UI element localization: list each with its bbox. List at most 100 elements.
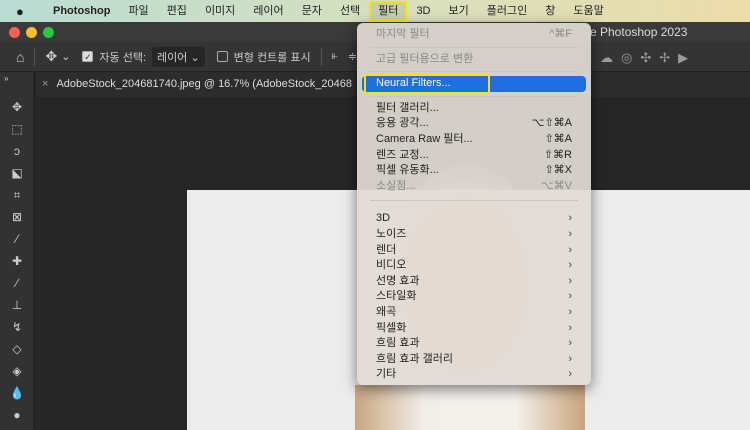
menu-separator <box>370 71 578 73</box>
transform-controls-label: 변형 컨트롤 표시 <box>233 51 311 64</box>
item-label: 3D <box>376 212 391 225</box>
brush-tool-icon[interactable]: ∕ <box>0 272 34 294</box>
chevron-right-icon: › <box>568 274 572 287</box>
menu-layer[interactable]: 레이어 <box>244 1 292 21</box>
collapse-icon[interactable]: » <box>0 72 34 96</box>
submenu-item[interactable]: 비디오 › <box>362 258 586 274</box>
menu-item-liquify[interactable]: 픽셀 유동화... ⇧⌘X <box>362 163 586 179</box>
menu-separator <box>370 46 578 48</box>
marquee-tool-icon[interactable]: ⬚ <box>0 118 34 140</box>
frame-tool-icon[interactable]: ⊠ <box>0 206 34 228</box>
menu-filter[interactable]: 필터 <box>369 1 408 21</box>
chevron-right-icon: › <box>568 352 572 365</box>
item-label: 렌즈 교정... <box>376 148 429 161</box>
menu-item-vanishing-point[interactable]: 소실점... ⌥⌘V <box>362 179 586 195</box>
submenu-item[interactable]: 흐림 효과 갤러리 › <box>362 352 586 368</box>
3d-mode-icons[interactable]: ☁◎✣✢▶ <box>600 50 696 66</box>
chevron-right-icon: › <box>568 212 572 225</box>
stamp-tool-icon[interactable]: ⊥ <box>0 294 34 316</box>
shortcut: ^⌘F <box>549 28 572 40</box>
home-icon[interactable]: ⌂ <box>16 49 24 65</box>
auto-select-value: 레이어 <box>157 51 188 64</box>
auto-select-checkbox[interactable]: ✓ <box>82 51 94 62</box>
item-label: 픽셀화 <box>376 321 407 334</box>
chevron-down-icon[interactable]: ⌄ <box>61 50 70 63</box>
eyedropper-tool-icon[interactable]: ⁄ <box>0 228 34 250</box>
item-label: 왜곡 <box>376 305 397 318</box>
chevron-right-icon: › <box>568 368 572 381</box>
menu-edit[interactable]: 편집 <box>158 1 196 21</box>
menu-3d[interactable]: 3D <box>407 1 439 21</box>
item-label: 응용 광각... <box>376 117 429 130</box>
submenu-item[interactable]: 3D › <box>362 211 586 227</box>
menu-separator <box>370 200 578 202</box>
submenu-item[interactable]: 노이즈 › <box>362 227 586 243</box>
submenu-item[interactable]: 픽셀화 › <box>362 321 586 337</box>
dodge-tool-icon[interactable]: ● <box>0 404 34 426</box>
menu-file[interactable]: 파일 <box>119 1 157 21</box>
menu-view[interactable]: 보기 <box>440 1 478 21</box>
eraser-tool-icon[interactable]: ◇ <box>0 338 34 360</box>
history-brush-icon[interactable]: ↯ <box>0 316 34 338</box>
align-left-icon[interactable]: ⫦ <box>332 50 338 63</box>
move-tool-icon[interactable]: ✥ <box>0 96 34 118</box>
item-label: Camera Raw 필터... <box>376 132 473 145</box>
menu-bar: ● Photoshop 파일 편집 이미지 레이어 문자 선택 필터 3D 보기… <box>0 0 750 22</box>
lasso-tool-icon[interactable]: ↄ <box>0 140 34 162</box>
menu-type[interactable]: 문자 <box>293 1 331 21</box>
submenu-item[interactable]: 선명 효과 › <box>362 274 586 290</box>
menu-plugins[interactable]: 플러그인 <box>478 1 536 21</box>
apple-icon[interactable]: ● <box>16 4 32 19</box>
move-tool-icon[interactable]: ✥ <box>45 48 57 65</box>
transform-controls-checkbox[interactable] <box>216 51 228 62</box>
submenu-item[interactable]: 렌더 › <box>362 243 586 259</box>
submenu-item[interactable]: 스타일화 › <box>362 289 586 305</box>
menu-item-convert-smart-filters[interactable]: 고급 필터용으로 변환 <box>362 52 586 68</box>
menu-item-lens-correction[interactable]: 렌즈 교정... ⇧⌘R <box>362 148 586 164</box>
submenu-item[interactable]: 흐림 효과 › <box>362 336 586 352</box>
menu-item-neural-filters[interactable]: Neural Filters... <box>362 74 586 95</box>
menu-window[interactable]: 창 <box>536 1 564 21</box>
item-label: 마지막 필터 <box>376 28 430 40</box>
filter-menu: 마지막 필터 ^⌘F 고급 필터용으로 변환 Neural Filters... … <box>357 23 591 385</box>
close-tab-icon[interactable]: × <box>42 78 48 90</box>
submenu-item[interactable]: 왜곡 › <box>362 305 586 321</box>
close-button[interactable] <box>9 27 20 38</box>
chevron-right-icon: › <box>568 321 572 334</box>
chevron-right-icon: › <box>568 227 572 240</box>
item-label: 소실점... <box>376 179 416 192</box>
item-label: 스타일화 <box>376 290 417 303</box>
menu-help[interactable]: 도움말 <box>564 1 612 21</box>
item-label: 픽셀 유동화... <box>376 164 439 177</box>
menu-image[interactable]: 이미지 <box>196 1 244 21</box>
healing-brush-icon[interactable]: ✚ <box>0 250 34 272</box>
item-label: 흐림 효과 <box>376 337 420 350</box>
document-tab-title: AdobeStock_204681740.jpeg @ 16.7% (Adobe… <box>56 78 352 90</box>
blur-tool-icon[interactable]: 💧 <box>0 382 34 404</box>
window-title: e Photoshop 2023 <box>590 25 688 39</box>
auto-select-dropdown[interactable]: 레이어 ⌄ <box>152 46 205 67</box>
item-label: 선명 효과 <box>376 274 420 287</box>
crop-tool-icon[interactable]: ⌗ <box>0 184 34 206</box>
menu-item-last-filter[interactable]: 마지막 필터 ^⌘F <box>362 27 586 43</box>
submenu-item[interactable]: 기타 › <box>362 367 586 383</box>
menu-item-adaptive-wide-angle[interactable]: 응용 광각... ⌥⇧⌘A <box>362 116 586 132</box>
shortcut: ⌥⌘V <box>540 179 572 192</box>
menu-select[interactable]: 선택 <box>331 1 369 21</box>
menu-item-filter-gallery[interactable]: 필터 갤러리... <box>362 101 586 117</box>
chevron-right-icon: › <box>568 243 572 256</box>
menu-item-camera-raw[interactable]: Camera Raw 필터... ⇧⌘A <box>362 132 586 148</box>
shortcut: ⇧⌘A <box>544 132 572 145</box>
zoom-button[interactable] <box>43 27 54 38</box>
photo-subject <box>355 385 585 430</box>
menu-app[interactable]: Photoshop <box>44 1 119 21</box>
chevron-right-icon: › <box>568 337 572 350</box>
minimize-button[interactable] <box>26 27 37 38</box>
align-center-icon[interactable]: ≑ <box>348 50 357 63</box>
shortcut: ⇧⌘R <box>543 148 572 161</box>
object-select-tool-icon[interactable]: ⬕ <box>0 162 34 184</box>
paint-bucket-icon[interactable]: ◈ <box>0 360 34 382</box>
chevron-right-icon: › <box>568 259 572 272</box>
menu-separator <box>370 95 578 97</box>
item-label: 흐림 효과 갤러리 <box>376 352 453 365</box>
